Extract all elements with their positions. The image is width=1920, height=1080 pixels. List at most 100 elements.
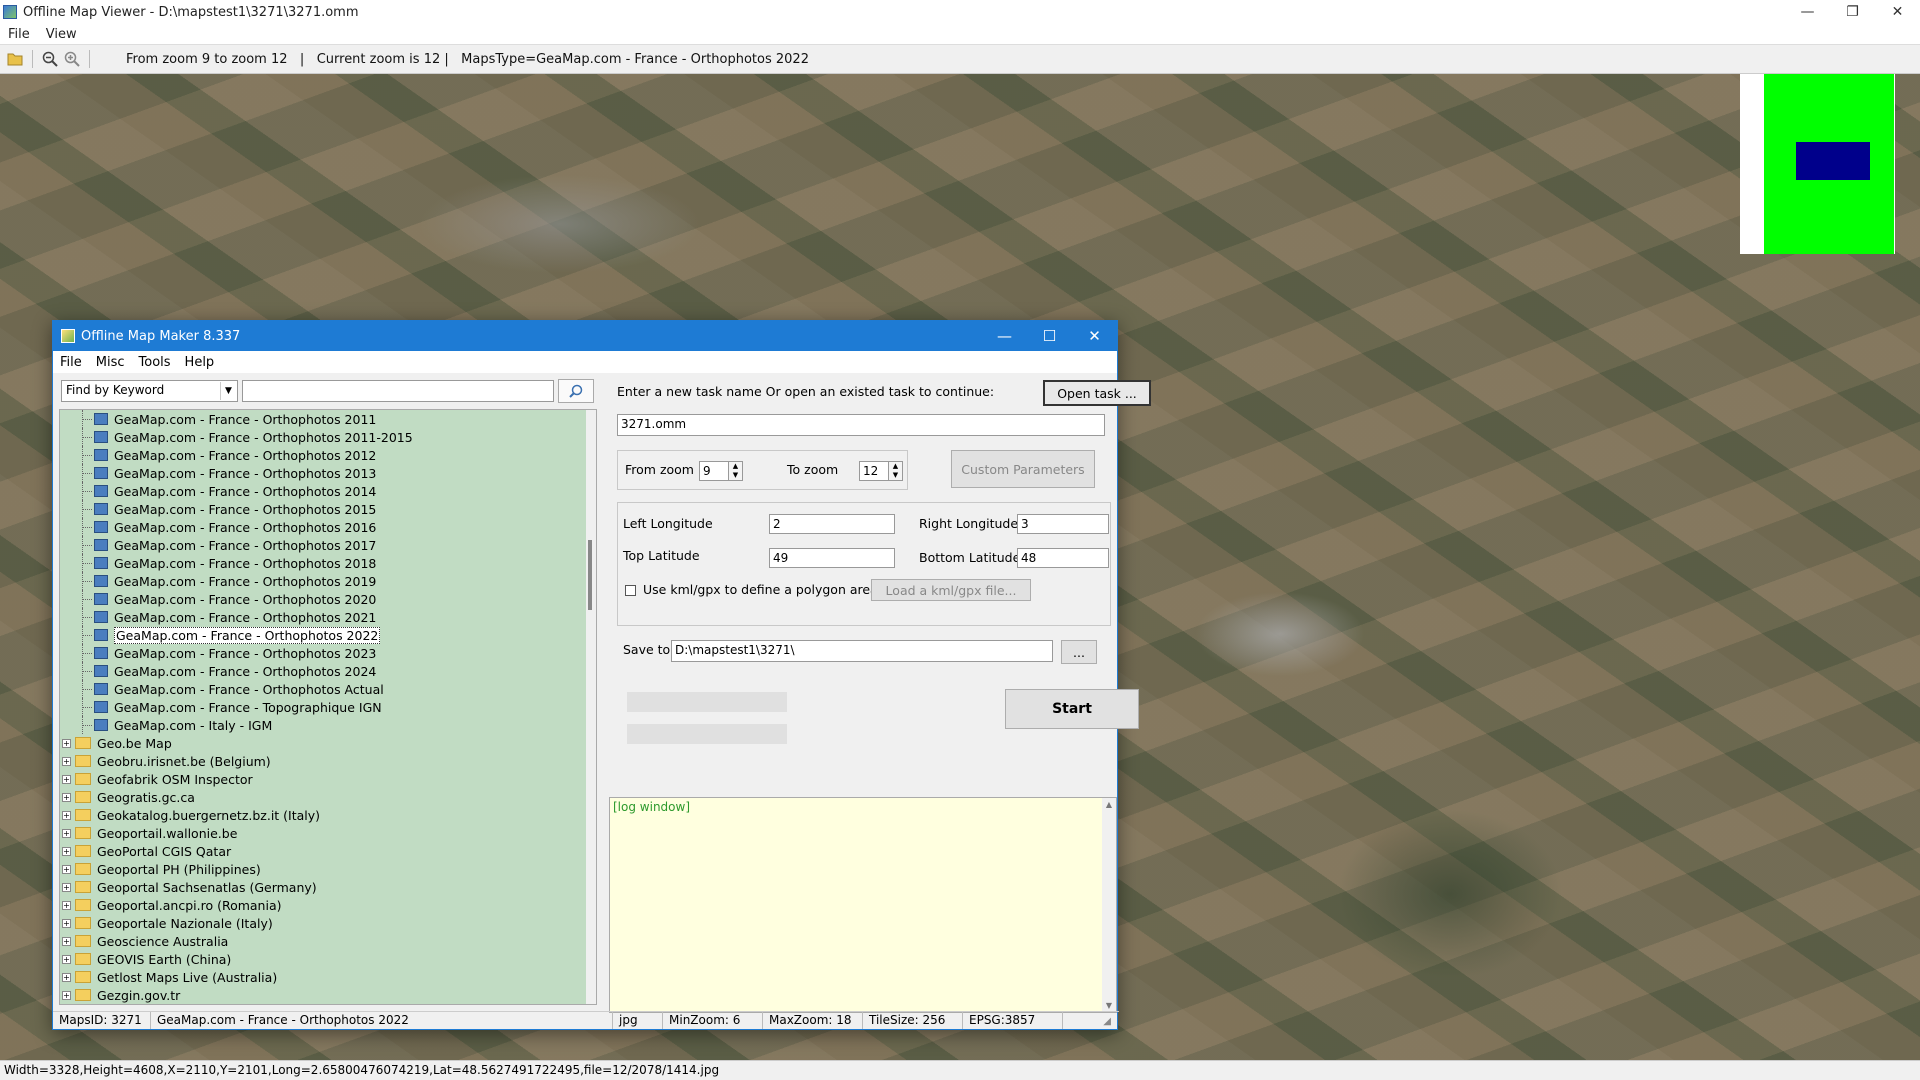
from-zoom-value[interactable]: 9	[699, 461, 729, 481]
menu-file[interactable]: File	[0, 27, 38, 42]
tree-folder[interactable]: + Geoportale Nazionale (Italy)	[60, 914, 596, 932]
tree-folder[interactable]: + Getlost Maps Live (Australia)	[60, 968, 596, 986]
expand-icon[interactable]: +	[62, 972, 71, 982]
tree-item-label: GeaMap.com - France - Orthophotos 2019	[114, 573, 377, 589]
expand-icon[interactable]: +	[62, 738, 71, 748]
tree-folder[interactable]: + Geoportal.ancpi.ro (Romania)	[60, 896, 596, 914]
zoom-in-icon[interactable]	[61, 48, 83, 70]
dialog-menu-help[interactable]: Help	[178, 355, 222, 370]
tree-item-map-source[interactable]: GeaMap.com - France - Orthophotos 2017	[60, 536, 596, 554]
tree-item-map-source[interactable]: GeaMap.com - France - Orthophotos 2016	[60, 518, 596, 536]
tree-item-map-source[interactable]: GeaMap.com - France - Topographique IGN	[60, 698, 596, 716]
expand-icon[interactable]: +	[62, 936, 71, 946]
dialog-minimize-button[interactable]: —	[982, 321, 1027, 351]
minimap-viewport[interactable]	[1796, 142, 1870, 180]
tree-item-map-source[interactable]: GeaMap.com - France - Orthophotos 2015	[60, 500, 596, 518]
tree-folder[interactable]: + Geokatalog.buergernetz.bz.it (Italy)	[60, 806, 596, 824]
expand-icon[interactable]: +	[62, 954, 71, 964]
to-zoom-value[interactable]: 12	[859, 461, 889, 481]
expand-icon[interactable]: +	[62, 990, 71, 1000]
search-mode-select[interactable]: Find by Keyword ▼	[61, 380, 238, 402]
tree-item-map-source[interactable]: GeaMap.com - France - Orthophotos 2024	[60, 662, 596, 680]
expand-icon[interactable]: +	[62, 756, 71, 766]
expand-icon[interactable]: +	[62, 774, 71, 784]
folder-open-icon[interactable]	[4, 48, 26, 70]
expand-icon[interactable]: +	[62, 810, 71, 820]
kml-checkbox-label[interactable]: Use kml/gpx to define a polygon area	[643, 582, 878, 597]
dialog-maximize-button[interactable]: ☐	[1027, 321, 1072, 351]
load-kml-button[interactable]: Load a kml/gpx file...	[871, 579, 1031, 601]
tree-item-map-source[interactable]: GeaMap.com - France - Orthophotos 2013	[60, 464, 596, 482]
toolbar: From zoom 9 to zoom 12 | Current zoom is…	[0, 44, 1920, 74]
tree-folder[interactable]: + Geoscience Australia	[60, 932, 596, 950]
tree-item-map-source[interactable]: GeaMap.com - France - Orthophotos 2019	[60, 572, 596, 590]
tree-item-map-source[interactable]: GeaMap.com - France - Orthophotos Actual	[60, 680, 596, 698]
tree-folder[interactable]: + Geofabrik OSM Inspector	[60, 770, 596, 788]
from-zoom-stepper[interactable]: 9 ▲ ▼	[699, 461, 743, 481]
left-longitude-label: Left Longitude	[623, 516, 713, 531]
maximize-button[interactable]: ❐	[1830, 0, 1875, 24]
tree-item-map-source[interactable]: GeaMap.com - France - Orthophotos 2021	[60, 608, 596, 626]
tree-item-map-source[interactable]: GeaMap.com - France - Orthophotos 2011-2…	[60, 428, 596, 446]
expand-icon[interactable]: +	[62, 882, 71, 892]
tree-folder[interactable]: + Gezgin.gov.tr	[60, 986, 596, 1004]
chevron-down-icon: ▼	[220, 382, 236, 400]
save-to-input[interactable]: D:\mapstest1\3271\	[671, 640, 1053, 662]
top-latitude-input[interactable]: 49	[769, 548, 895, 568]
expand-icon[interactable]: +	[62, 900, 71, 910]
tree-folder[interactable]: + Geoportal Sachsenatlas (Germany)	[60, 878, 596, 896]
custom-parameters-button[interactable]: Custom Parameters	[951, 450, 1095, 488]
tree-folder[interactable]: + Geoportail.wallonie.be	[60, 824, 596, 842]
log-scrollbar[interactable]: ▲ ▼	[1102, 798, 1116, 1012]
status-tile-size: TileSize: 256	[863, 1012, 963, 1029]
tree-item-map-source[interactable]: GeaMap.com - France - Orthophotos 2023	[60, 644, 596, 662]
to-zoom-stepper[interactable]: 12 ▲ ▼	[859, 461, 903, 481]
tree-item-map-source[interactable]: GeaMap.com - France - Orthophotos 2018	[60, 554, 596, 572]
kml-checkbox[interactable]	[625, 585, 636, 596]
tree-item-map-source[interactable]: GeaMap.com - France - Orthophotos 2011	[60, 410, 596, 428]
tree-scrollbar[interactable]	[586, 410, 596, 1004]
tree-item-map-source[interactable]: GeaMap.com - France - Orthophotos 2020	[60, 590, 596, 608]
menu-view[interactable]: View	[38, 27, 85, 42]
tree-item-map-source[interactable]: GeaMap.com - France - Orthophotos 2012	[60, 446, 596, 464]
dialog-menu-misc[interactable]: Misc	[89, 355, 132, 370]
open-task-button[interactable]: Open task ...	[1043, 380, 1151, 406]
start-button[interactable]: Start	[1005, 689, 1139, 729]
expand-icon[interactable]: +	[62, 918, 71, 928]
dialog-menu-tools[interactable]: Tools	[132, 355, 178, 370]
left-longitude-input[interactable]: 2	[769, 514, 895, 534]
spin-arrows-icon[interactable]: ▲ ▼	[729, 461, 743, 481]
task-name-input[interactable]: 3271.omm	[617, 414, 1105, 436]
search-input[interactable]	[242, 380, 554, 402]
dialog-menu-file[interactable]: File	[53, 355, 89, 370]
expand-icon[interactable]: +	[62, 846, 71, 856]
expand-icon[interactable]: +	[62, 792, 71, 802]
tree-scroll-thumb[interactable]	[588, 540, 592, 610]
map-source-tree[interactable]: GeaMap.com - France - Orthophotos 2011 Ge…	[59, 409, 597, 1005]
tree-folder[interactable]: + GeoPortal CGIS Qatar	[60, 842, 596, 860]
tree-folder-label: Geogratis.gc.ca	[97, 789, 195, 805]
map-image-icon	[94, 431, 108, 443]
right-longitude-input[interactable]: 3	[1017, 514, 1109, 534]
minimap[interactable]	[1740, 74, 1895, 254]
expand-icon[interactable]: +	[62, 828, 71, 838]
tree-folder[interactable]: + Geobru.irisnet.be (Belgium)	[60, 752, 596, 770]
resize-grip-icon[interactable]: ◢	[1097, 1015, 1117, 1028]
bottom-latitude-input[interactable]: 48	[1017, 548, 1109, 568]
tree-folder[interactable]: + Geoportal PH (Philippines)	[60, 860, 596, 878]
zoom-out-icon[interactable]	[39, 48, 61, 70]
log-window[interactable]: [log window] ▲ ▼	[609, 797, 1117, 1013]
close-button[interactable]: ✕	[1875, 0, 1920, 24]
tree-folder[interactable]: + GEOVIS Earth (China)	[60, 950, 596, 968]
tree-item-map-source[interactable]: GeaMap.com - France - Orthophotos 2022	[60, 626, 596, 644]
tree-item-map-source[interactable]: GeaMap.com - France - Orthophotos 2014	[60, 482, 596, 500]
tree-folder[interactable]: + Geogratis.gc.ca	[60, 788, 596, 806]
tree-folder[interactable]: + Geo.be Map	[60, 734, 596, 752]
search-button[interactable]	[558, 379, 594, 403]
minimize-button[interactable]: —	[1785, 0, 1830, 24]
dialog-close-button[interactable]: ✕	[1072, 321, 1117, 351]
tree-item-map-source[interactable]: GeaMap.com - Italy - IGM	[60, 716, 596, 734]
browse-button[interactable]: ...	[1061, 640, 1097, 664]
expand-icon[interactable]: +	[62, 864, 71, 874]
spin-arrows-icon[interactable]: ▲ ▼	[889, 461, 903, 481]
